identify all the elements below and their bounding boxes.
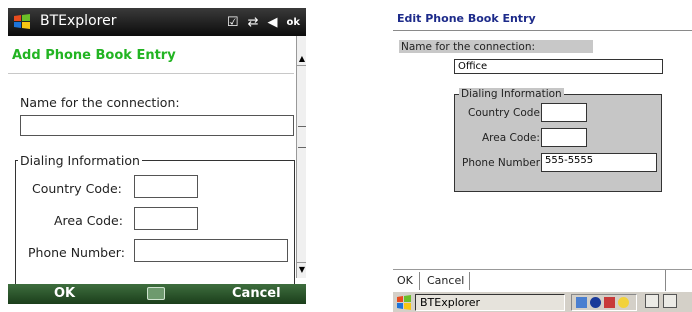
cancel-softkey[interactable]: Cancel (232, 286, 281, 301)
dialing-group-legend: Dialing Information (459, 88, 564, 100)
page-title: Add Phone Book Entry (12, 48, 176, 63)
taskbar-app-button[interactable]: BTExplorer (415, 294, 565, 311)
desktop-icon[interactable] (663, 294, 677, 308)
page-title: Edit Phone Book Entry (397, 12, 536, 25)
scroll-thumb[interactable] (298, 126, 306, 148)
phone-number-input[interactable] (134, 239, 288, 262)
menu-separator (419, 272, 420, 290)
wm-window: BTExplorer ☑ ⇄ ◀ ok Add Phone Book Entry… (8, 8, 306, 304)
system-tray (571, 294, 637, 311)
area-code-input[interactable] (541, 128, 587, 147)
network-icon[interactable] (576, 297, 587, 308)
wm-titlebar: BTExplorer ☑ ⇄ ◀ ok (8, 8, 306, 36)
divider (393, 30, 692, 31)
cancel-menu-item[interactable]: Cancel (427, 274, 464, 287)
ok-softkey[interactable]: OK (54, 286, 75, 301)
name-input[interactable]: Office (454, 59, 663, 74)
checkbox-icon: ☑ (226, 14, 239, 30)
app-title: BTExplorer (40, 13, 117, 29)
country-code-label: Country Code: (32, 181, 122, 196)
phone-number-label: Phone Number: (462, 157, 544, 169)
wm-tray: ☑ ⇄ ◀ ok (227, 12, 300, 32)
ce-window: Edit Phone Book Entry Name for the conne… (393, 8, 692, 312)
wireless-off-icon[interactable] (604, 297, 615, 308)
phone-number-label: Phone Number: (28, 245, 125, 260)
menu-separator (469, 272, 470, 290)
name-label: Name for the connection: (401, 41, 536, 53)
phone-number-input[interactable]: 555-5555 (541, 153, 657, 172)
country-code-label: Country Code: (468, 107, 544, 119)
vertical-scrollbar[interactable]: ▲ ▼ (296, 36, 306, 278)
ok-menu-item[interactable]: OK (397, 274, 413, 287)
taskbar: BTExplorer (393, 291, 692, 312)
power-icon[interactable] (618, 297, 629, 308)
ok-button[interactable]: ok (286, 17, 300, 28)
taskbar-shortcuts (645, 294, 677, 311)
area-code-input[interactable] (134, 207, 198, 230)
name-label: Name for the connection: (20, 95, 180, 110)
name-input[interactable] (20, 115, 294, 136)
divider (8, 73, 294, 74)
country-code-input[interactable] (541, 103, 587, 122)
country-code-input[interactable] (134, 175, 198, 198)
signal-off-icon[interactable]: ⇄ (248, 15, 259, 30)
menu-bar: OK Cancel (393, 269, 692, 292)
speaker-icon[interactable]: ◀ (267, 15, 277, 30)
menu-separator (665, 270, 666, 292)
scroll-down-icon[interactable]: ▼ (297, 262, 306, 276)
windows-start-icon[interactable] (395, 294, 413, 311)
dialing-group-legend: Dialing Information (18, 153, 142, 168)
softkey-bar: OK Cancel (8, 284, 306, 304)
scroll-up-icon[interactable]: ▲ (297, 52, 306, 66)
keyboard-icon[interactable] (645, 294, 659, 308)
windows-start-icon[interactable] (12, 12, 32, 32)
bluetooth-icon[interactable] (590, 297, 601, 308)
wm-form: Add Phone Book Entry Name for the connec… (8, 36, 306, 285)
area-code-label: Area Code: (482, 132, 540, 144)
keyboard-icon[interactable] (147, 287, 165, 300)
area-code-label: Area Code: (54, 213, 123, 228)
